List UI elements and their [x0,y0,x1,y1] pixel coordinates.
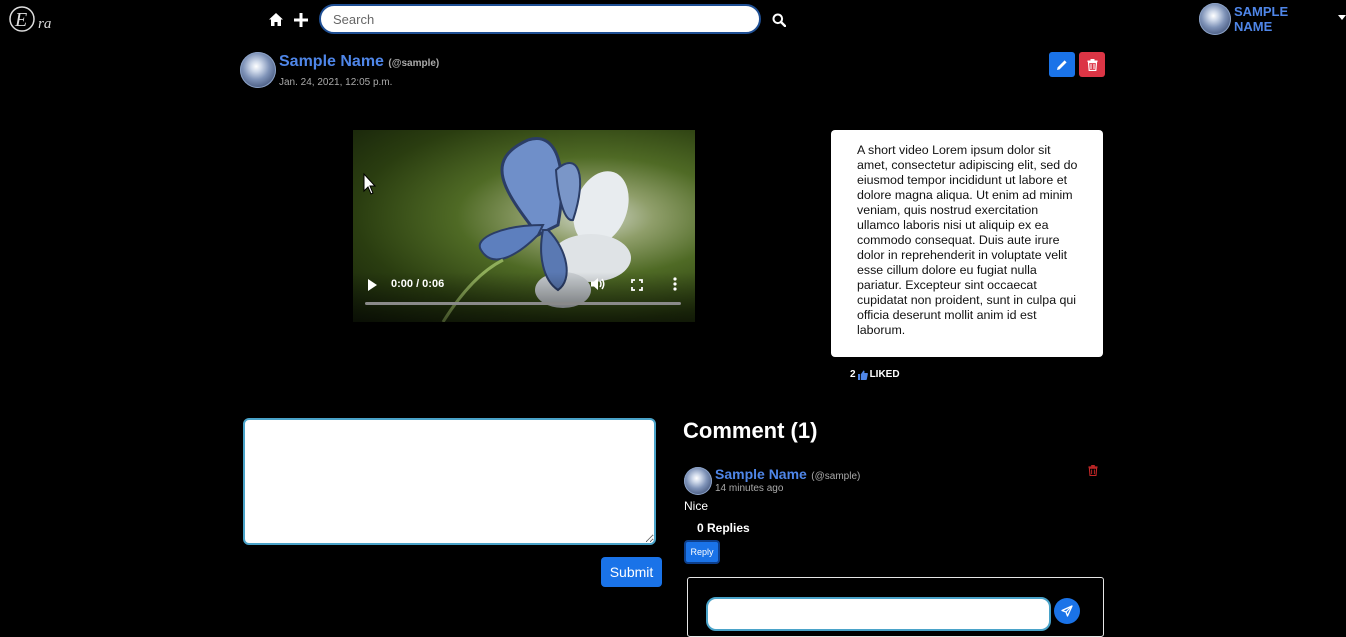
post-author-handle: (@sample) [388,58,440,69]
like-count: 2 [850,369,856,380]
comment-author-handle: (@sample) [811,471,861,482]
comment-author-avatar[interactable] [684,467,712,495]
reply-button[interactable]: Reply [684,540,720,564]
user-menu-name: SAMPLE NAME [1233,4,1289,34]
edit-post-button[interactable] [1049,52,1075,77]
video-progress-bar[interactable] [365,302,681,305]
comment-text: Nice [684,499,709,513]
post-author-avatar[interactable] [240,52,276,88]
like-status[interactable]: 2 LIKED [850,369,900,380]
send-icon [1061,605,1073,617]
replies-count[interactable]: 0 Replies [697,521,750,535]
avatar [1199,3,1231,35]
post-date: Jan. 24, 2021, 12:05 p.m. [279,77,393,88]
comment-input[interactable] [243,418,656,545]
submit-comment-button[interactable]: Submit [601,557,662,587]
comments-heading: Comment (1) [683,418,818,443]
video-time: 0:00 / 0:06 [391,278,445,290]
post-description-text: A short video Lorem ipsum dolor sit amet… [857,143,1078,337]
search-icon[interactable] [772,13,787,32]
video-player[interactable]: 0:00 / 0:06 [353,130,695,322]
more-options-icon[interactable] [673,277,677,296]
comment-time: 14 minutes ago [715,483,784,494]
post-description: A short video Lorem ipsum dolor sit amet… [831,130,1103,357]
plus-icon[interactable] [294,13,308,31]
send-reply-button[interactable] [1054,598,1080,624]
post-author-name[interactable]: Sample Name [279,53,384,70]
search-input[interactable] [319,4,761,34]
post-author: Sample Name (@sample) [279,53,439,71]
comment-author-name[interactable]: Sample Name [715,466,807,482]
reply-input[interactable] [706,597,1051,631]
delete-comment-button[interactable] [1088,463,1098,481]
fullscreen-icon[interactable] [631,278,643,296]
delete-post-button[interactable] [1079,52,1105,77]
svg-text:ra: ra [38,16,51,32]
chevron-down-icon [1338,14,1346,20]
trash-icon [1087,58,1097,71]
era-logo[interactable]: E ra [8,3,64,35]
play-icon[interactable] [367,278,377,296]
comment-author: Sample Name (@sample) [715,466,860,484]
svg-text:E: E [14,9,27,31]
pencil-icon [1057,59,1067,70]
like-label: LIKED [869,369,900,380]
volume-icon[interactable] [591,277,606,296]
user-menu[interactable]: SAMPLE NAME [1199,3,1346,35]
trash-icon [1088,465,1098,477]
home-icon[interactable] [268,12,284,32]
thumbs-up-icon [857,370,868,380]
